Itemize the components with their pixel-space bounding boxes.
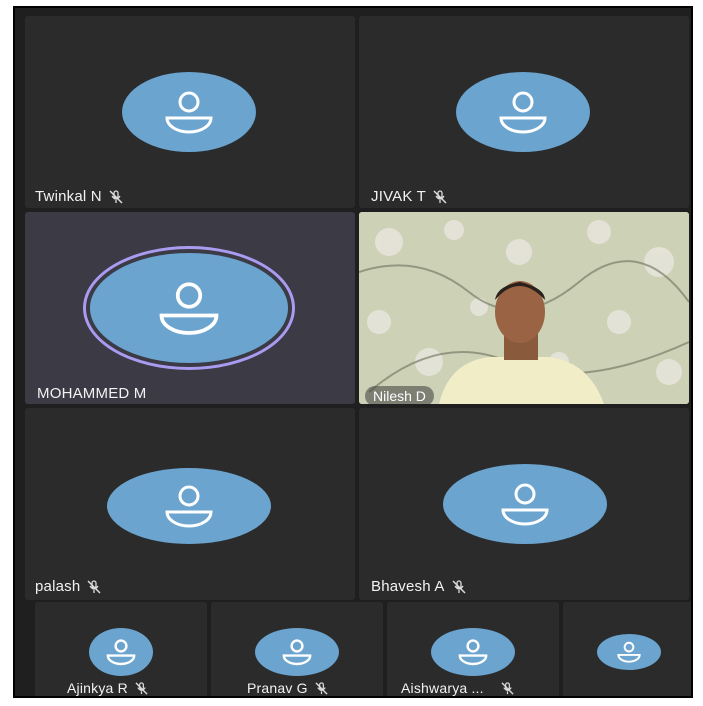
meeting-grid: Twinkal N JIVAK T MOHAMMED M Nilesh D pa…	[13, 6, 693, 698]
participant-name: Bhavesh A	[371, 578, 445, 595]
participant-name: Aishwarya ...	[401, 680, 484, 696]
person-icon	[122, 72, 256, 152]
participant-name-label: Bhavesh A	[371, 578, 466, 595]
participant-tile-twinkal[interactable]: Twinkal N	[25, 16, 355, 208]
mic-off-icon	[452, 579, 466, 594]
participant-tile-pranav[interactable]: Pranav G	[211, 602, 383, 696]
participant-name: Twinkal N	[35, 188, 102, 205]
mic-off-icon	[501, 681, 514, 695]
mic-off-icon	[87, 579, 101, 594]
participant-tile-palash[interactable]: palash	[25, 408, 355, 600]
participant-tile-ajinkya[interactable]: Ajinkya R	[35, 602, 207, 696]
person-icon	[89, 628, 153, 676]
participant-name-label: palash	[35, 578, 101, 595]
participant-name: JIVAK T	[371, 188, 427, 205]
participant-tile-nilesh[interactable]: Nilesh D	[359, 212, 689, 404]
participant-name-label: MOHAMMED M	[37, 385, 147, 402]
person-icon	[597, 634, 661, 670]
participant-tile-mohammed[interactable]: MOHAMMED M	[25, 212, 355, 404]
participant-name-label: Ajinkya R	[67, 680, 148, 696]
participant-name: Ajinkya R	[67, 680, 128, 696]
person-icon	[431, 628, 515, 676]
participant-name-label: Pranav G	[247, 680, 328, 696]
mic-off-icon	[433, 189, 447, 204]
participant-tile-partial[interactable]	[563, 602, 691, 696]
person-icon	[255, 628, 339, 676]
participant-name: MOHAMMED M	[37, 385, 147, 402]
participant-name: Pranav G	[247, 680, 308, 696]
person-icon	[443, 464, 607, 544]
participant-name-label: Twinkal N	[35, 188, 123, 205]
participant-name: Nilesh D	[365, 386, 434, 404]
participant-video	[359, 212, 689, 404]
mic-off-icon	[109, 189, 123, 204]
person-icon	[456, 72, 590, 152]
mic-off-icon	[135, 681, 148, 695]
participant-tile-bhavesh[interactable]: Bhavesh A	[359, 408, 689, 600]
participant-tile-aishwarya[interactable]: Aishwarya ...	[387, 602, 559, 696]
participant-name-label: JIVAK T	[371, 188, 447, 205]
mic-off-icon	[315, 681, 328, 695]
person-icon	[107, 468, 271, 544]
participant-name-label: Aishwarya ...	[401, 680, 514, 696]
participant-name: palash	[35, 578, 81, 595]
person-icon	[90, 253, 288, 363]
participant-tile-jivak[interactable]: JIVAK T	[359, 16, 689, 208]
